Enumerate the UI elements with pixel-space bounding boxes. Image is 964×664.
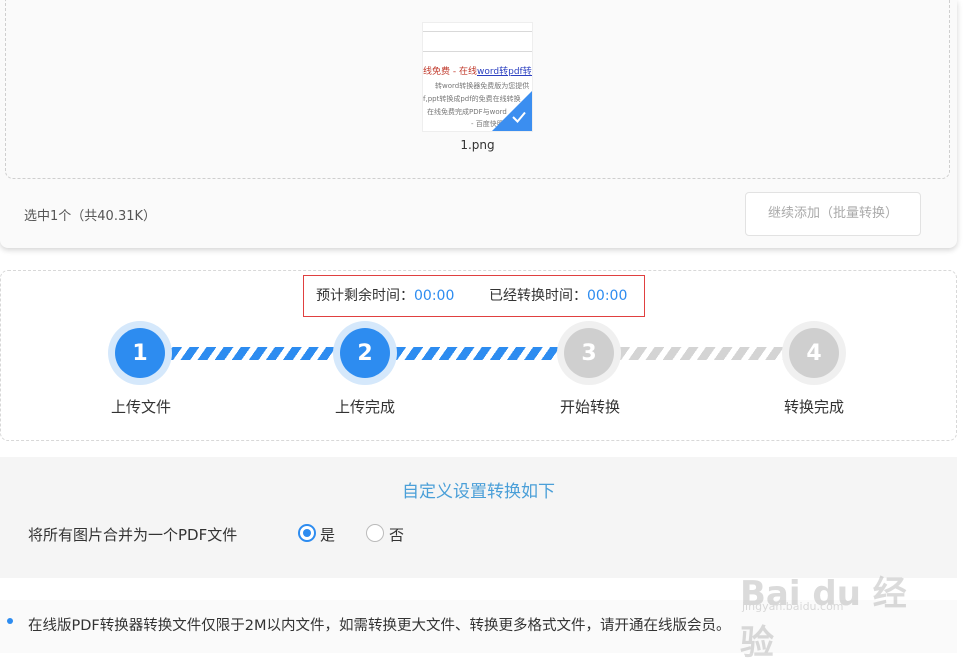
step-1-label: 上传文件 [110, 398, 171, 416]
merge-option-label: 将所有图片合并为一个PDF文件 [28, 526, 238, 544]
step-1-number: 1 [115, 328, 165, 378]
thumb-heading: 线免费 - 在线word转pdf转换 [423, 67, 532, 77]
thumb-text: 转word转换器免费版为您提供 [435, 82, 530, 90]
merge-no-label[interactable]: 否 [389, 524, 404, 545]
continue-add-button[interactable]: 继续添加（批量转换） [745, 192, 921, 236]
step-2-number: 2 [340, 328, 390, 378]
size-limit-notice: 在线版PDF转换器转换文件仅限于2M以内文件，如需转换更大文件、转换更多格式文件… [28, 618, 731, 634]
watermark-url: jingyan.baidu.com [742, 600, 844, 613]
step-2-circle: 2 [333, 321, 397, 385]
progress-connector-2 [390, 347, 568, 360]
elapsed-time: 已经转换时间：00:00 [489, 288, 628, 304]
checkmark-icon [512, 111, 526, 123]
thumb-divider [423, 51, 532, 52]
file-name: 1.png [460, 138, 495, 152]
progress-connector-1 [166, 347, 344, 360]
timer-box: 预计剩余时间：00:00 已经转换时间：00:00 [303, 275, 645, 317]
bullet-dot [7, 618, 13, 624]
merge-no-radio[interactable] [366, 524, 384, 542]
merge-yes-radio[interactable] [298, 524, 316, 542]
step-4-circle: 4 [782, 321, 846, 385]
step-1-circle: 1 [108, 321, 172, 385]
step-4-label: 转换完成 [783, 398, 844, 416]
step-4-number: 4 [789, 328, 839, 378]
baidu-watermark: Bai du 经验 jingyan.baidu.com [740, 552, 910, 663]
progress-connector-3 [614, 347, 792, 360]
remaining-time: 预计剩余时间：00:00 [316, 288, 455, 304]
selection-summary: 选中1个（共40.31K） [24, 209, 157, 224]
watermark-brand: Bai du 经验 [740, 574, 907, 663]
step-3-circle: 3 [557, 321, 621, 385]
step-3-number: 3 [564, 328, 614, 378]
step-2-label: 上传完成 [334, 398, 395, 416]
file-thumbnail[interactable]: 线免费 - 在线word转pdf转换 转word转换器免费版为您提供 f,ppt… [422, 22, 533, 132]
settings-title: 自定义设置转换如下 [402, 482, 555, 502]
thumb-divider [423, 31, 532, 32]
merge-yes-label[interactable]: 是 [320, 524, 335, 545]
step-3-label: 开始转换 [559, 398, 620, 416]
